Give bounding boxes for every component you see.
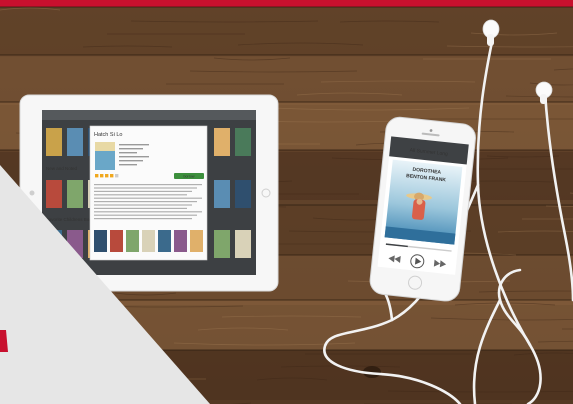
smartphone-device: All Summer Long DOROTHEA BENTON FRANK xyxy=(369,116,476,302)
photo-scene: New and Noted Favorite Childrens Books H… xyxy=(0,0,573,404)
audiobook-cover: DOROTHEA BENTON FRANK xyxy=(384,159,463,245)
borrow-label: borrow xyxy=(184,175,195,179)
popup-title: Hatch Si Lo xyxy=(94,132,122,138)
shelf-label-1: New and Noted xyxy=(46,166,78,171)
book-detail-popup: Hatch Si Lo borrow xyxy=(89,125,208,261)
shelf-label-2: Favorite Childrens Books xyxy=(46,217,97,222)
photo-illustration: New and Noted Favorite Childrens Books H… xyxy=(0,6,573,404)
